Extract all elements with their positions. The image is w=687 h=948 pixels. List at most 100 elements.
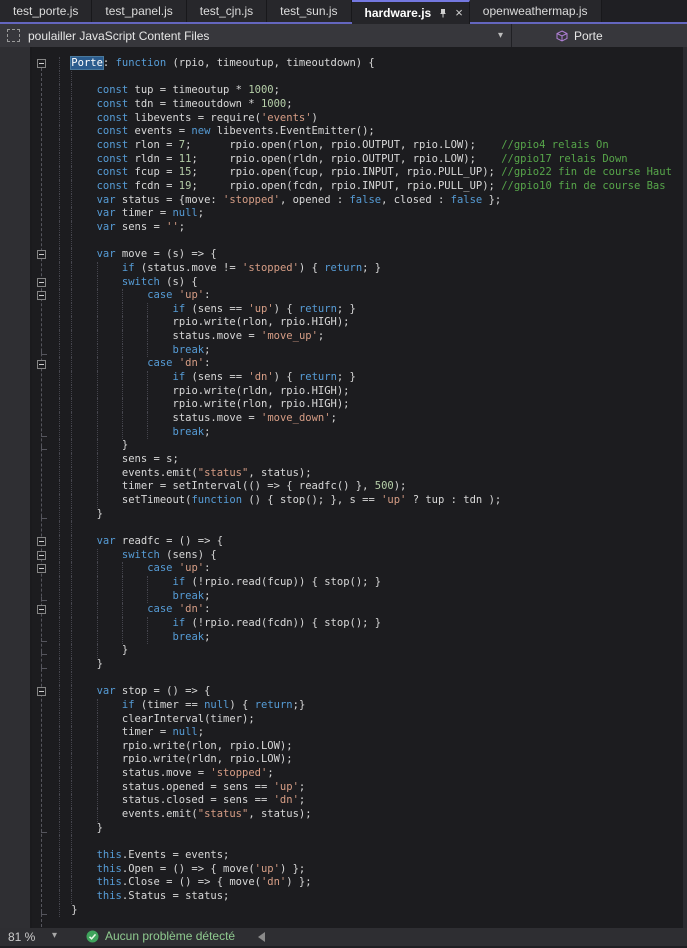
code-line[interactable]: if (sens == 'up') { return; }	[0, 303, 687, 317]
tab-test_sun-js[interactable]: test_sun.js	[267, 0, 351, 22]
indent-guide	[97, 603, 98, 617]
code-line[interactable]: var status = {move: 'stopped', opened : …	[0, 194, 687, 208]
code-line[interactable]: status.move = 'stopped';	[0, 767, 687, 781]
code-line[interactable]: const rldn = 11; rpio.open(rldn, rpio.OU…	[0, 153, 687, 167]
code-line[interactable]: switch (sens) {	[0, 549, 687, 563]
code-line[interactable]: }	[0, 644, 687, 658]
fold-collapse-box[interactable]	[37, 537, 46, 546]
code-line[interactable]: case 'up':	[0, 289, 687, 303]
fold-collapse-box[interactable]	[37, 250, 46, 259]
code-line[interactable]: const fcup = 15; rpio.open(fcup, rpio.IN…	[0, 166, 687, 180]
code-line[interactable]: Porte: function (rpio, timeoutup, timeou…	[0, 57, 687, 71]
tab-test_porte-js[interactable]: test_porte.js	[0, 0, 92, 22]
code-token: const	[97, 125, 129, 137]
code-line[interactable]: break;	[0, 426, 687, 440]
code-line[interactable]: setTimeout(function () { stop(); }, s ==…	[0, 494, 687, 508]
chevron-down-icon[interactable]: ▾	[498, 30, 503, 41]
code-line[interactable]: if (sens == 'dn') { return; }	[0, 371, 687, 385]
code-line[interactable]: events.emit("status", status);	[0, 467, 687, 481]
code-line[interactable]	[0, 235, 687, 249]
code-line[interactable]: rpio.write(rldn, rpio.LOW);	[0, 753, 687, 767]
code-line[interactable]: rpio.write(rlon, rpio.LOW);	[0, 740, 687, 754]
file-scope-dropdown[interactable]: poulailler JavaScript Content Files ▾	[0, 24, 512, 47]
code-line[interactable]: break;	[0, 344, 687, 358]
code-line[interactable]	[0, 835, 687, 849]
code-line[interactable]: const events = new libevents.EventEmitte…	[0, 125, 687, 139]
code-line[interactable]: status.opened = sens == 'up';	[0, 781, 687, 795]
vertical-scrollbar[interactable]	[683, 47, 687, 928]
code-line[interactable]: if (!rpio.read(fcdn)) { stop(); }	[0, 617, 687, 631]
fold-collapse-box[interactable]	[37, 551, 46, 560]
code-line[interactable]: var sens = '';	[0, 221, 687, 235]
code-area[interactable]: Porte: function (rpio, timeoutup, timeou…	[0, 57, 687, 917]
tab-hardware-js[interactable]: hardware.js×	[352, 0, 470, 24]
code-line[interactable]: status.move = 'move_up';	[0, 330, 687, 344]
code-line[interactable]: break;	[0, 631, 687, 645]
indent-guide	[59, 890, 60, 904]
code-line[interactable]: rpio.write(rlon, rpio.HIGH);	[0, 316, 687, 330]
code-line[interactable]: timer = null;	[0, 726, 687, 740]
fold-collapse-box[interactable]	[37, 59, 46, 68]
tab-openweathermap-js[interactable]: openweathermap.js	[470, 0, 602, 22]
code-line[interactable]: const tdn = timeoutdown * 1000;	[0, 98, 687, 112]
fold-collapse-box[interactable]	[37, 687, 46, 696]
code-token: function	[116, 57, 167, 69]
code-line[interactable]: rpio.write(rlon, rpio.HIGH);	[0, 398, 687, 412]
code-line[interactable]: sens = s;	[0, 453, 687, 467]
fold-collapse-box[interactable]	[37, 564, 46, 573]
code-line[interactable]: events.emit("status", status);	[0, 808, 687, 822]
code-line[interactable]: this.Open = () => { move('up') };	[0, 863, 687, 877]
code-line[interactable]: var move = (s) => {	[0, 248, 687, 262]
code-line[interactable]	[0, 672, 687, 686]
pin-icon[interactable]	[438, 8, 448, 18]
code-line[interactable]: const fcdn = 19; rpio.open(fcdn, rpio.IN…	[0, 180, 687, 194]
code-line[interactable]: clearInterval(timer);	[0, 713, 687, 727]
code-line[interactable]: case 'up':	[0, 562, 687, 576]
code-line[interactable]: var stop = () => {	[0, 685, 687, 699]
member-dropdown[interactable]: Porte	[512, 24, 687, 47]
code-line[interactable]: rpio.write(rldn, rpio.HIGH);	[0, 385, 687, 399]
code-line[interactable]: case 'dn':	[0, 603, 687, 617]
code-line[interactable]: if (status.move != 'stopped') { return; …	[0, 262, 687, 276]
indent-guide	[97, 480, 98, 494]
code-line[interactable]: }	[0, 658, 687, 672]
code-line[interactable]: break;	[0, 590, 687, 604]
code-line[interactable]: const tup = timeoutup * 1000;	[0, 84, 687, 98]
code-line[interactable]: }	[0, 439, 687, 453]
code-line[interactable]: const libevents = require('events')	[0, 112, 687, 126]
code-token: 'up'	[274, 781, 299, 793]
code-line[interactable]: var timer = null;	[0, 207, 687, 221]
fold-collapse-box[interactable]	[37, 278, 46, 287]
code-line[interactable]: this.Status = status;	[0, 890, 687, 904]
code-line[interactable]: const rlon = 7; rpio.open(rlon, rpio.OUT…	[0, 139, 687, 153]
code-token: ) {	[274, 371, 299, 383]
document-health-indicator[interactable]: Aucun problème détecté	[86, 929, 235, 943]
fold-collapse-box[interactable]	[37, 360, 46, 369]
code-line[interactable]: status.move = 'move_down';	[0, 412, 687, 426]
code-line[interactable]: case 'dn':	[0, 357, 687, 371]
tab-test_cjn-js[interactable]: test_cjn.js	[187, 0, 267, 22]
code-line[interactable]: this.Events = events;	[0, 849, 687, 863]
code-line[interactable]: this.Close = () => { move('dn') };	[0, 876, 687, 890]
fold-collapse-box[interactable]	[37, 605, 46, 614]
code-line[interactable]: }	[0, 904, 687, 918]
code-line[interactable]: var readfc = () => {	[0, 535, 687, 549]
zoom-level-select[interactable]: 81 %	[8, 930, 35, 944]
code-line[interactable]	[0, 521, 687, 535]
code-editor[interactable]: Porte: function (rpio, timeoutup, timeou…	[0, 47, 687, 928]
hscroll-left-arrow-icon[interactable]	[258, 932, 265, 942]
zoom-caret-icon[interactable]: ▾	[52, 930, 57, 941]
code-line[interactable]: switch (s) {	[0, 276, 687, 290]
code-line[interactable]: timer = setInterval(() => { readfc() }, …	[0, 480, 687, 494]
code-line[interactable]: if (timer == null) { return;}	[0, 699, 687, 713]
code-line[interactable]: }	[0, 508, 687, 522]
close-icon[interactable]: ×	[455, 8, 463, 18]
code-text: if (!rpio.read(fcdn)) { stop(); }	[173, 617, 382, 631]
code-line[interactable]: }	[0, 822, 687, 836]
indent-guide	[147, 330, 148, 344]
code-line[interactable]: status.closed = sens == 'dn';	[0, 794, 687, 808]
code-line[interactable]	[0, 71, 687, 85]
tab-test_panel-js[interactable]: test_panel.js	[92, 0, 186, 22]
code-line[interactable]: if (!rpio.read(fcup)) { stop(); }	[0, 576, 687, 590]
fold-collapse-box[interactable]	[37, 291, 46, 300]
